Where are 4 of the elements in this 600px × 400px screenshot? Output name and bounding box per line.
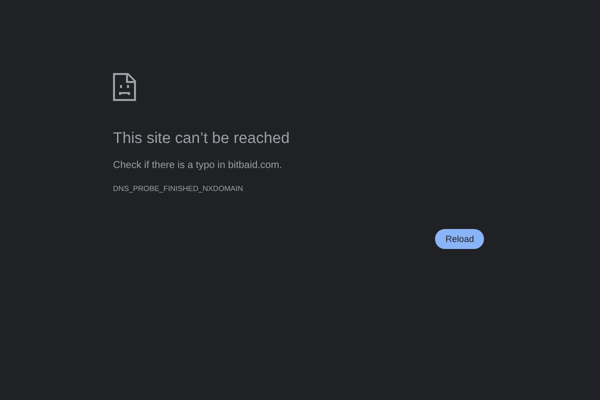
error-message: Check if there is a typo in bitbaid.com. xyxy=(113,160,282,171)
error-title: This site can’t be reached xyxy=(113,130,290,148)
reload-button[interactable]: Reload xyxy=(435,229,484,249)
sad-page-icon xyxy=(113,73,136,101)
